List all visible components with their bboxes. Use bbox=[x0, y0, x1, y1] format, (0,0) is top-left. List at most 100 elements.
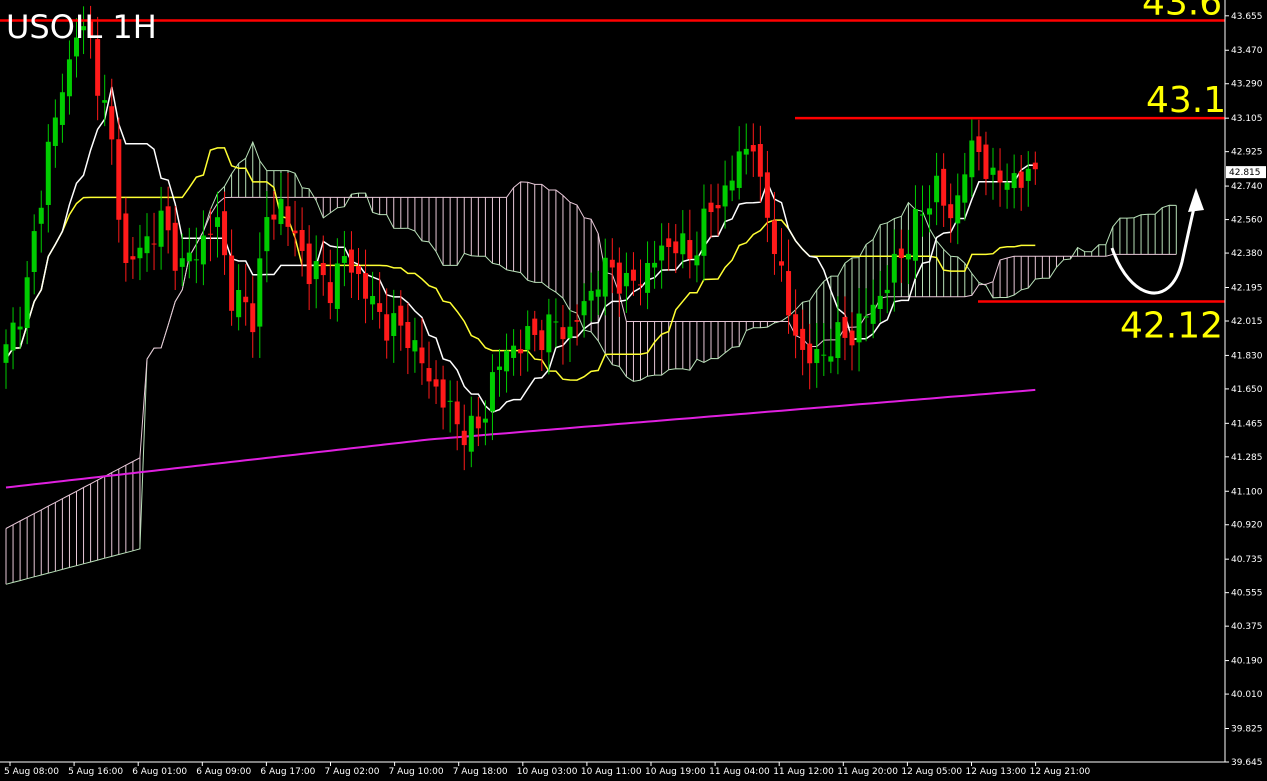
y-tick-label: 40.735 bbox=[1231, 555, 1263, 565]
y-tick-label: 40.920 bbox=[1231, 521, 1263, 531]
current-price-label: 42.815 bbox=[1229, 168, 1261, 178]
candle-body bbox=[45, 141, 51, 205]
candle-body bbox=[419, 347, 425, 364]
candle-body bbox=[807, 343, 813, 364]
candle-body bbox=[356, 265, 361, 275]
candle-body bbox=[955, 195, 961, 224]
candle-body bbox=[948, 204, 954, 219]
candle-body bbox=[130, 256, 136, 260]
candle-body bbox=[306, 243, 312, 285]
candle-body bbox=[271, 214, 277, 220]
candle-body bbox=[412, 340, 418, 352]
candle-body bbox=[673, 241, 679, 254]
candle-body bbox=[764, 172, 770, 218]
x-tick-label: 12 Aug 13:00 bbox=[966, 767, 1027, 777]
candle-body bbox=[489, 372, 495, 412]
candle-body bbox=[95, 39, 101, 96]
candle-body bbox=[828, 356, 834, 362]
axes: 43.655 43.470 43.290 43.105 42.925 42.740 42.5… bbox=[0, 0, 1266, 777]
candle-body bbox=[793, 314, 799, 336]
candle-body bbox=[257, 258, 263, 327]
candle-body bbox=[680, 233, 686, 255]
x-tick-label: 6 Aug 17:00 bbox=[260, 767, 315, 777]
y-tick-label: 41.650 bbox=[1231, 385, 1263, 395]
candle-body bbox=[433, 379, 439, 387]
candle-body bbox=[729, 180, 735, 191]
candle-body bbox=[659, 245, 665, 261]
candle-body bbox=[158, 210, 164, 247]
candle-body bbox=[539, 330, 545, 351]
candle-body bbox=[116, 139, 122, 220]
candle-body bbox=[461, 430, 467, 446]
candle-body bbox=[285, 206, 291, 227]
candle-body bbox=[123, 213, 129, 263]
candle-body bbox=[334, 263, 340, 309]
candle-body bbox=[440, 379, 446, 408]
candle-body bbox=[497, 366, 502, 370]
candle-body bbox=[814, 349, 820, 364]
level-label: 43.6 bbox=[1142, 0, 1222, 23]
candle-body bbox=[912, 209, 918, 261]
level-label: 43.1 bbox=[1146, 80, 1226, 121]
candle-body bbox=[645, 262, 651, 293]
candle-body bbox=[630, 269, 636, 281]
candle-body bbox=[24, 277, 30, 328]
candle-body bbox=[370, 295, 376, 305]
candle-body bbox=[849, 330, 855, 346]
candle-body bbox=[750, 145, 756, 152]
candle-body bbox=[391, 313, 397, 336]
candle-body bbox=[616, 262, 622, 294]
x-tick-label: 10 Aug 03:00 bbox=[517, 767, 578, 777]
candle-body bbox=[1025, 168, 1031, 181]
x-tick-label: 12 Aug 05:00 bbox=[901, 767, 962, 777]
indicator-lines bbox=[5, 86, 1036, 489]
candle-body bbox=[292, 230, 298, 234]
candle-body bbox=[595, 289, 601, 297]
candle-body bbox=[990, 167, 996, 175]
candle-body bbox=[983, 144, 989, 179]
candle-body bbox=[757, 144, 763, 177]
candle-body bbox=[905, 253, 911, 260]
candle-body bbox=[348, 249, 354, 273]
y-tick-label: 43.470 bbox=[1231, 46, 1263, 56]
senkou-span-a bbox=[5, 140, 1177, 585]
projection-arrow-head bbox=[1188, 188, 1204, 212]
x-tick-label: 11 Aug 04:00 bbox=[709, 767, 770, 777]
candle-body bbox=[525, 326, 531, 350]
candle-body bbox=[482, 418, 488, 423]
y-tick-label: 40.010 bbox=[1231, 690, 1263, 700]
candle-body bbox=[193, 259, 199, 261]
candle-body bbox=[313, 261, 319, 280]
candle-body bbox=[363, 273, 369, 299]
candle-body bbox=[229, 255, 235, 311]
y-tick-label: 40.375 bbox=[1231, 622, 1263, 632]
candle-body bbox=[186, 252, 192, 262]
candle-body bbox=[546, 314, 552, 353]
candle-body bbox=[891, 253, 897, 283]
x-tick-label: 10 Aug 11:00 bbox=[581, 767, 642, 777]
candle-body bbox=[800, 328, 806, 350]
candle-body bbox=[38, 207, 44, 224]
candle-body bbox=[377, 303, 383, 312]
candle-body bbox=[384, 314, 390, 341]
candle-body bbox=[66, 59, 72, 97]
candle-body bbox=[165, 206, 171, 231]
candle-body bbox=[687, 240, 693, 259]
candle-body bbox=[560, 327, 566, 340]
candle-body bbox=[207, 233, 213, 235]
y-tick-label: 42.925 bbox=[1231, 148, 1263, 158]
candle-body bbox=[934, 175, 940, 203]
candle-body bbox=[179, 258, 185, 267]
candle-body bbox=[969, 140, 975, 178]
y-tick-label: 39.825 bbox=[1231, 725, 1263, 735]
candle-body bbox=[144, 236, 150, 254]
candle-body bbox=[236, 289, 242, 318]
candle-body bbox=[109, 106, 115, 140]
x-tick-label: 7 Aug 02:00 bbox=[325, 767, 380, 777]
candle-body bbox=[771, 220, 777, 255]
ichimoku-cloud bbox=[5, 140, 1177, 585]
candle-body bbox=[327, 282, 333, 304]
y-tick-label: 43.655 bbox=[1231, 12, 1263, 22]
candle-body bbox=[743, 148, 749, 155]
candle-body bbox=[842, 316, 848, 338]
